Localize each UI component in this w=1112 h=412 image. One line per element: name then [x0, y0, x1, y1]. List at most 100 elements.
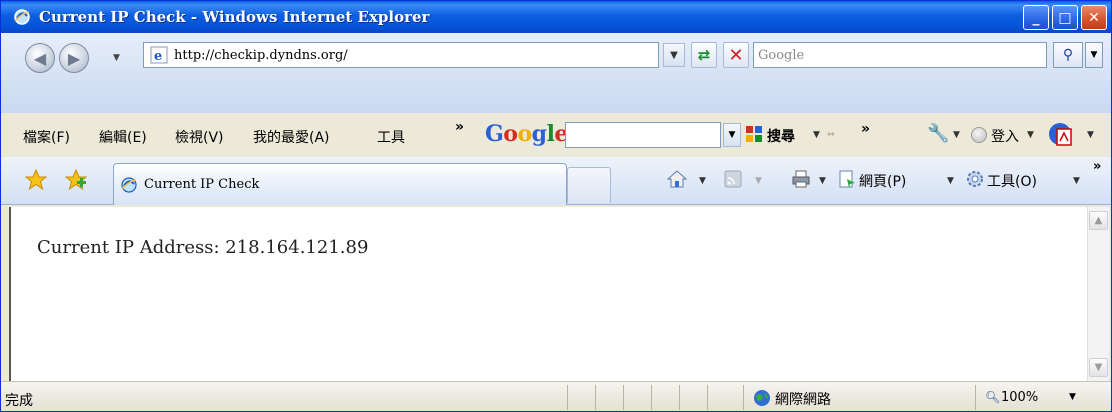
google-letter: o — [503, 121, 518, 147]
status-divider — [623, 385, 624, 410]
back-button[interactable]: ◀ — [25, 43, 55, 73]
maximize-icon: □ — [1058, 9, 1072, 26]
home-icon[interactable] — [667, 169, 687, 189]
close-button[interactable]: ✕ — [1081, 5, 1107, 30]
status-divider — [679, 385, 680, 410]
menu-favorites[interactable]: 我的最愛(A) — [253, 127, 330, 147]
forward-button[interactable]: ▶ — [59, 43, 89, 73]
back-arrow-icon: ◀ — [33, 48, 47, 68]
google-toolbar-overflow-icon[interactable]: » — [861, 121, 870, 137]
chevron-down-icon: ▼ — [1094, 362, 1103, 373]
address-dropdown-button[interactable]: ▼ — [663, 43, 685, 67]
tools-menu-button[interactable]: 工具(O) — [987, 171, 1037, 191]
home-dropdown-icon[interactable]: ▼ — [699, 176, 706, 186]
scroll-down-button[interactable]: ▼ — [1089, 358, 1108, 377]
refresh-icon: ⇄ — [697, 46, 711, 64]
menu-overflow-chevron-icon[interactable]: » — [455, 119, 464, 135]
command-bar-overflow-icon[interactable]: » — [1093, 159, 1101, 174]
search-button[interactable]: ⚲ — [1053, 42, 1083, 68]
tab-title: Current IP Check — [144, 177, 260, 192]
status-divider — [595, 385, 596, 410]
feeds-icon[interactable] — [723, 169, 743, 189]
settings-dropdown-icon[interactable]: ▼ — [953, 130, 960, 140]
wrench-settings-icon[interactable]: 🔧 — [927, 123, 949, 144]
menu-edit[interactable]: 編輯(E) — [99, 127, 147, 147]
login-dropdown-icon[interactable]: ▼ — [1027, 130, 1034, 140]
new-tab-button[interactable] — [567, 167, 611, 203]
page-content: Current IP Address: 218.164.121.89 — [9, 207, 1087, 381]
page-ie-icon: e — [150, 46, 168, 64]
maximize-button[interactable]: □ — [1052, 5, 1078, 30]
current-ip-text: Current IP Address: 218.164.121.89 — [37, 237, 369, 258]
ie-logo-icon — [14, 9, 30, 25]
page-menu-button[interactable]: 網頁(P) — [859, 171, 906, 191]
chevron-down-icon: ▼ — [1090, 50, 1098, 60]
minimize-button[interactable]: _ — [1023, 5, 1049, 30]
add-favorite-star-icon[interactable] — [65, 169, 87, 191]
status-bar: 完成 網際網路 🔍︎ 100% ▼ — [1, 381, 1111, 411]
gear-icon[interactable] — [965, 169, 985, 189]
google-search-input[interactable] — [566, 123, 716, 147]
security-zone-label[interactable]: 網際網路 — [775, 389, 831, 409]
status-divider — [567, 385, 568, 410]
google-search-icon[interactable] — [745, 125, 763, 143]
menu-view[interactable]: 檢視(V) — [175, 127, 224, 147]
search-options-dropdown[interactable]: ▼ — [1085, 42, 1103, 68]
chevron-down-icon: ▼ — [728, 130, 736, 140]
title-bar[interactable]: Current IP Check - Windows Internet Expl… — [1, 1, 1111, 33]
pdf-convert-icon[interactable] — [1047, 121, 1075, 149]
zoom-level-button[interactable]: 100% — [1001, 390, 1038, 405]
feeds-dropdown-icon[interactable]: ▼ — [755, 176, 762, 186]
status-divider — [975, 385, 976, 410]
google-letter: g — [531, 121, 547, 147]
close-icon: ✕ — [1088, 9, 1100, 26]
magnifier-icon: ⚲ — [1062, 47, 1074, 63]
print-icon[interactable] — [791, 169, 811, 189]
toolbar-resize-icon[interactable]: ⇔ — [827, 130, 835, 140]
status-text: 完成 — [5, 393, 33, 409]
chevron-down-icon: ▼ — [670, 49, 678, 61]
login-status-icon — [971, 127, 987, 143]
menu-and-google-toolbar: 檔案(F) 編輯(E) 檢視(V) 我的最愛(A) 工具 » Google ▼ … — [1, 113, 1111, 157]
search-box — [753, 42, 1047, 68]
page-icon[interactable] — [837, 169, 857, 189]
menu-file[interactable]: 檔案(F) — [23, 127, 70, 147]
menu-tools[interactable]: 工具 — [377, 127, 405, 147]
minimize-icon: _ — [1032, 9, 1040, 26]
address-input[interactable] — [174, 44, 614, 66]
google-logo: Google — [485, 121, 568, 147]
forward-arrow-icon: ▶ — [67, 48, 81, 68]
status-divider — [707, 385, 708, 410]
search-menu-dropdown-icon[interactable]: ▼ — [813, 130, 820, 140]
stop-button[interactable]: ✕ — [723, 42, 749, 68]
address-bar: e — [143, 42, 659, 68]
recent-pages-dropdown-icon[interactable]: ▼ — [113, 53, 120, 63]
stop-icon: ✕ — [728, 44, 744, 66]
pdf-dropdown-icon[interactable]: ▼ — [1087, 130, 1094, 140]
status-divider — [651, 385, 652, 410]
chevron-up-icon: ▲ — [1094, 215, 1103, 226]
google-search-box — [565, 122, 721, 148]
window-title: Current IP Check - Windows Internet Expl… — [39, 8, 430, 26]
scroll-up-button[interactable]: ▲ — [1089, 211, 1108, 230]
zoom-magnifier-icon[interactable]: 🔍︎ — [985, 390, 1000, 404]
google-letter: G — [485, 121, 504, 147]
search-input[interactable] — [758, 43, 1038, 67]
print-dropdown-icon[interactable]: ▼ — [819, 176, 826, 186]
google-letter: o — [517, 121, 532, 147]
login-button[interactable]: 登入 — [991, 126, 1019, 146]
status-divider — [743, 385, 744, 410]
vertical-scrollbar[interactable]: ▲ ▼ — [1087, 207, 1109, 381]
svg-text:e: e — [154, 49, 162, 64]
tab-current-ip-check[interactable]: Current IP Check — [113, 163, 567, 205]
page-dropdown-icon[interactable]: ▼ — [947, 176, 954, 186]
internet-globe-icon — [754, 390, 770, 406]
address-toolbar: ◀ ▶ ▼ e ▼ ⇄ ✕ ⚲ ▼ — [1, 33, 1111, 113]
google-search-dropdown[interactable]: ▼ — [723, 123, 741, 147]
refresh-button[interactable]: ⇄ — [691, 42, 717, 68]
zoom-dropdown-icon[interactable]: ▼ — [1069, 392, 1076, 402]
browser-window: Current IP Check - Windows Internet Expl… — [0, 0, 1112, 412]
tools-dropdown-icon[interactable]: ▼ — [1073, 176, 1080, 186]
google-search-button[interactable]: 搜尋 — [767, 126, 795, 146]
favorites-center-star-icon[interactable] — [25, 169, 47, 191]
